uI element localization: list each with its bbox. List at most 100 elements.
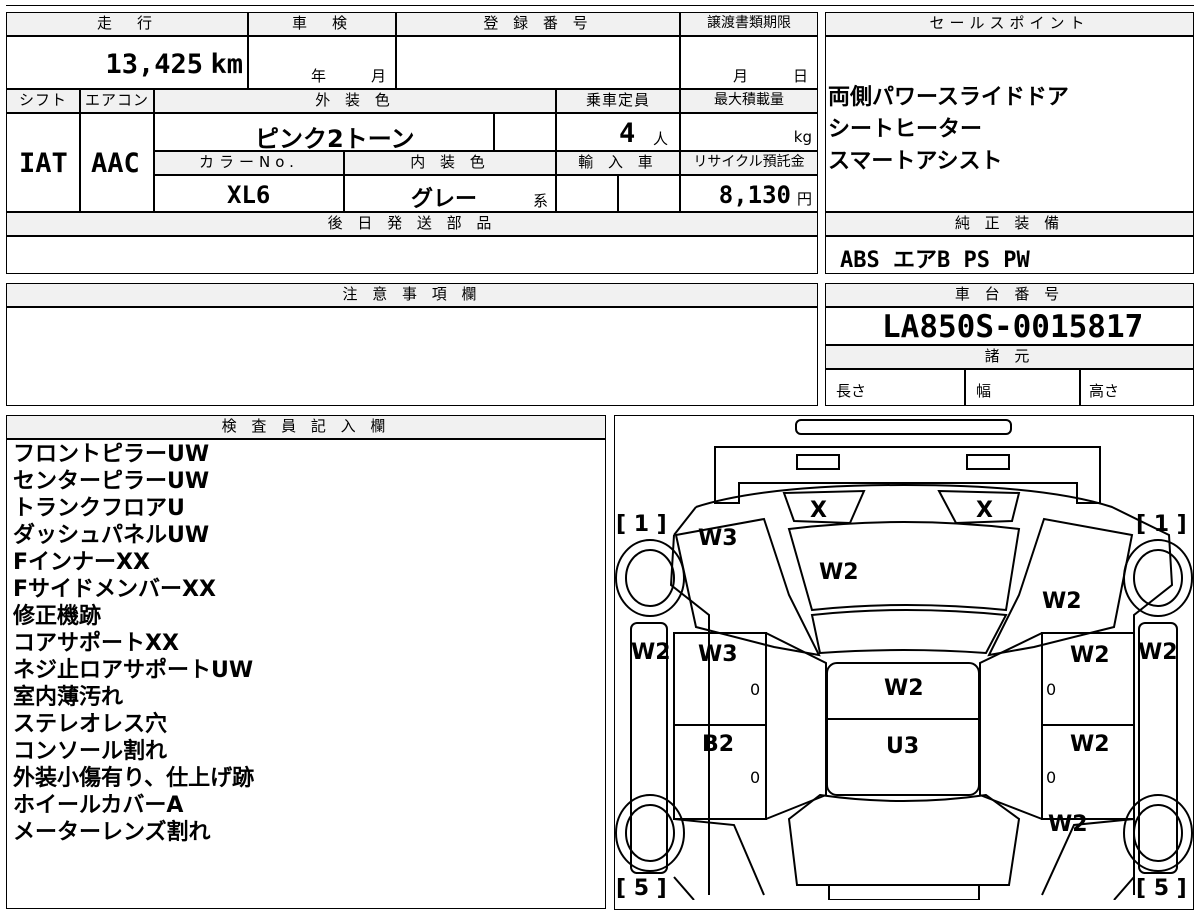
registration-cell	[396, 36, 680, 89]
ac-header: エアコン	[80, 89, 154, 113]
mileage-value: 13,425	[105, 49, 203, 80]
inspector-note-line: コンソール割れ	[13, 739, 168, 764]
recycle-unit: 円	[796, 190, 812, 208]
spec-height-cell: 高さ	[1080, 369, 1194, 406]
shaken-cell: 年 月	[248, 36, 396, 89]
exterior-color-value: ピンク2トーン	[255, 125, 415, 153]
inspector-note-line: ステレオレス穴	[13, 712, 168, 737]
sales-point-cell: 両側パワースライドドア シートヒーター スマートアシスト	[825, 36, 1194, 212]
damage-diagram: X X W3 W2 W2 W2 W3 W2 W2 W2 B2 U3 W2 W2 …	[615, 419, 1193, 900]
interior-color-header: 内 装 色	[344, 151, 556, 175]
inspector-note-line: トランクフロアU	[13, 496, 185, 521]
exterior-color-header: 外 装 色	[154, 89, 556, 113]
mark-left-pillar: W2	[631, 640, 671, 665]
inspector-note-line: ダッシュパネルUW	[13, 523, 210, 548]
mark-rear-roof: U3	[886, 734, 919, 759]
max-load-header: 最大積載量	[680, 89, 818, 113]
sales-line-1: 両側パワースライドドア	[828, 85, 1069, 110]
max-load-unit: kg	[793, 128, 812, 146]
recycle-header: リサイクル預託金	[680, 151, 818, 175]
mark-right-pillar: W2	[1138, 640, 1178, 665]
mark-right-rear-fender: W2	[1048, 812, 1088, 837]
tread-left-front: 0	[750, 680, 760, 699]
mileage-cell: 13,425 km	[6, 36, 248, 89]
recycle-cell: 8,130 円	[680, 175, 818, 212]
transfer-cell: 月 日	[680, 36, 818, 89]
equipment-header: 純 正 装 備	[825, 212, 1194, 236]
exterior-color-cell: ピンク2トーン	[154, 113, 494, 153]
spec-length-label: 長さ	[836, 382, 867, 400]
mark-roof: W2	[884, 676, 924, 701]
interior-color-value: グレー	[411, 187, 478, 212]
mark-hood: W2	[819, 560, 859, 585]
spec-width-cell: 幅	[965, 369, 1080, 406]
inspector-note-line: フロントピラーUW	[13, 442, 210, 467]
spec-length-cell: 長さ	[825, 369, 965, 406]
exterior-extra-cell	[494, 113, 556, 151]
inspector-note-line: 外装小傷有り、仕上げ跡	[13, 766, 255, 791]
top-strip	[6, 0, 1194, 6]
tread-left-rear: 0	[750, 768, 760, 787]
mileage-header: 走 行	[6, 12, 248, 36]
shift-value: IAT	[19, 148, 68, 179]
inspector-note-line: 修正機跡	[13, 604, 102, 629]
later-parts-cell	[6, 236, 818, 274]
mark-front-right-glass: X	[976, 498, 993, 523]
color-no-value: XL6	[227, 181, 271, 209]
capacity-header: 乗車定員	[556, 89, 680, 113]
mark-front-left-glass: X	[810, 498, 827, 523]
import-cell-a	[556, 175, 618, 212]
color-no-cell: XL6	[154, 175, 344, 212]
mark-left-front-fender: W3	[698, 526, 738, 551]
registration-header: 登 録 番 号	[396, 12, 680, 36]
spec-height-label: 高さ	[1089, 382, 1120, 400]
inspector-note-line: FサイドメンバーXX	[13, 577, 216, 602]
sales-point-header: セールスポイント	[825, 12, 1194, 36]
later-parts-header: 後 日 発 送 部 品	[6, 212, 818, 236]
sales-line-3: スマートアシスト	[828, 149, 1003, 174]
spec-width-label: 幅	[976, 382, 992, 400]
interior-color-cell: グレー 系	[344, 175, 556, 212]
inspector-note-line: センターピラーUW	[13, 469, 210, 494]
mark-left-rear-door: B2	[702, 732, 734, 757]
import-cell-b	[618, 175, 680, 212]
tire-label-front-left: [ 1 ]	[616, 512, 667, 537]
mark-right-front-fender: W2	[1042, 589, 1082, 614]
transfer-deadline-header: 譲渡書類期限	[680, 12, 818, 36]
tire-label-rear-right: [ 5 ]	[1136, 876, 1187, 900]
specs-header: 諸 元	[825, 345, 1194, 369]
inspector-note-line: メーターレンズ割れ	[13, 820, 211, 845]
capacity-unit: 人	[653, 130, 669, 148]
interior-color-suffix: 系	[533, 192, 549, 210]
mileage-unit: km	[210, 49, 243, 80]
max-load-cell: kg	[680, 113, 818, 151]
transfer-day: 日	[793, 67, 809, 85]
tread-right-front: 0	[1046, 680, 1056, 699]
shaken-month: 月	[371, 67, 387, 85]
shift-header: シフト	[6, 89, 80, 113]
mark-right-front-door: W2	[1070, 643, 1110, 668]
import-header: 輸 入 車	[556, 151, 680, 175]
inspector-note-line: コアサポートXX	[13, 631, 179, 656]
tire-label-rear-left: [ 5 ]	[616, 876, 667, 900]
inspector-header: 検 査 員 記 入 欄	[6, 415, 606, 439]
chassis-number: LA850S-0015817	[882, 309, 1144, 345]
mark-right-rear-door: W2	[1070, 732, 1110, 757]
inspector-notes-list: フロントピラーUW センターピラーUW トランクフロアU ダッシュパネルUW Fインナー…	[13, 441, 254, 846]
capacity-cell: 4 人	[556, 113, 680, 151]
transfer-month: 月	[733, 67, 749, 85]
ac-value: AAC	[91, 148, 140, 179]
chassis-header: 車 台 番 号	[825, 283, 1194, 307]
tire-label-front-right: [ 1 ]	[1136, 512, 1187, 537]
sales-line-2: シートヒーター	[828, 117, 983, 142]
shift-cell: IAT	[6, 113, 80, 212]
chassis-cell: LA850S-0015817	[825, 307, 1194, 345]
inspector-note-line: ネジ止ロアサポートUW	[13, 658, 254, 683]
tread-right-rear: 0	[1046, 768, 1056, 787]
inspector-note-line: FインナーXX	[13, 550, 150, 575]
color-no-header: カラーNo.	[154, 151, 344, 175]
ac-cell: AAC	[80, 113, 154, 212]
notes-header: 注 意 事 項 欄	[6, 283, 818, 307]
shaken-header: 車 検	[248, 12, 396, 36]
equipment-value: ABS エアB PS PW	[840, 248, 1030, 273]
